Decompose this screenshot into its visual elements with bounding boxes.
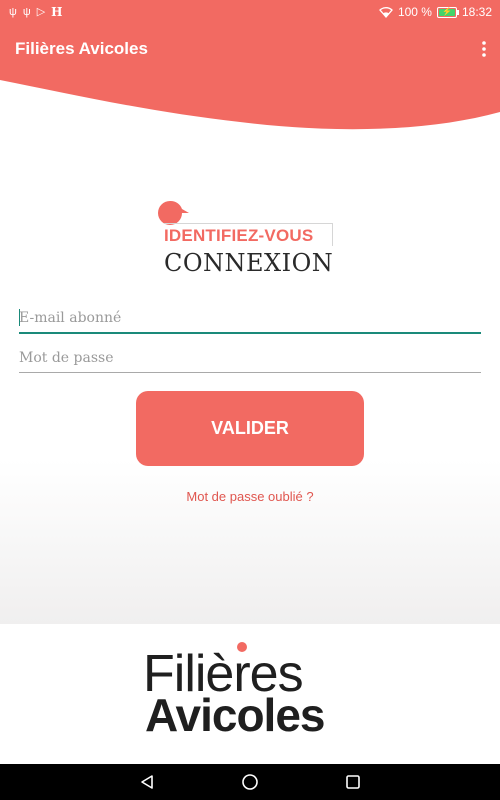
wifi-icon [379, 6, 393, 18]
h-icon: H [51, 5, 63, 19]
brand-footer: Filières Avicoles [0, 624, 500, 764]
battery-percent: 100 % [397, 5, 432, 19]
system-nav-bar [0, 764, 500, 800]
status-bar: ψ ψ ▷ H 100 % ⚡ 18:32 [0, 0, 500, 24]
app-title: Filières Avicoles [15, 39, 148, 58]
login-logo: IDENTIFIEZ-VOUS CONNEXION [150, 195, 350, 285]
brand-drop-icon [237, 642, 247, 652]
play-store-icon: ▷ [36, 5, 46, 18]
validate-button[interactable]: VALIDER [136, 391, 364, 466]
home-icon[interactable] [236, 768, 264, 796]
text-cursor [19, 309, 20, 326]
battery-icon: ⚡ [436, 6, 459, 18]
usb-icon: ψ [22, 5, 31, 18]
recents-icon[interactable] [339, 768, 367, 796]
status-right: 100 % ⚡ 18:32 [379, 5, 500, 19]
usb-icon: ψ [9, 5, 17, 18]
more-vert-icon[interactable] [468, 24, 500, 74]
password-field[interactable] [19, 343, 481, 373]
header-wave [0, 74, 500, 130]
status-left: ψ ψ ▷ H [0, 6, 63, 18]
email-field[interactable] [19, 304, 481, 334]
clock: 18:32 [461, 5, 492, 19]
login-heading: IDENTIFIEZ-VOUS [164, 226, 314, 245]
login-subheading: CONNEXION [164, 249, 334, 277]
app-bar: Filières Avicoles [0, 24, 500, 74]
forgot-password-link[interactable]: Mot de passe oublié ? [0, 489, 500, 504]
brand-line-2: Avicoles [145, 689, 326, 741]
back-icon[interactable] [133, 768, 161, 796]
